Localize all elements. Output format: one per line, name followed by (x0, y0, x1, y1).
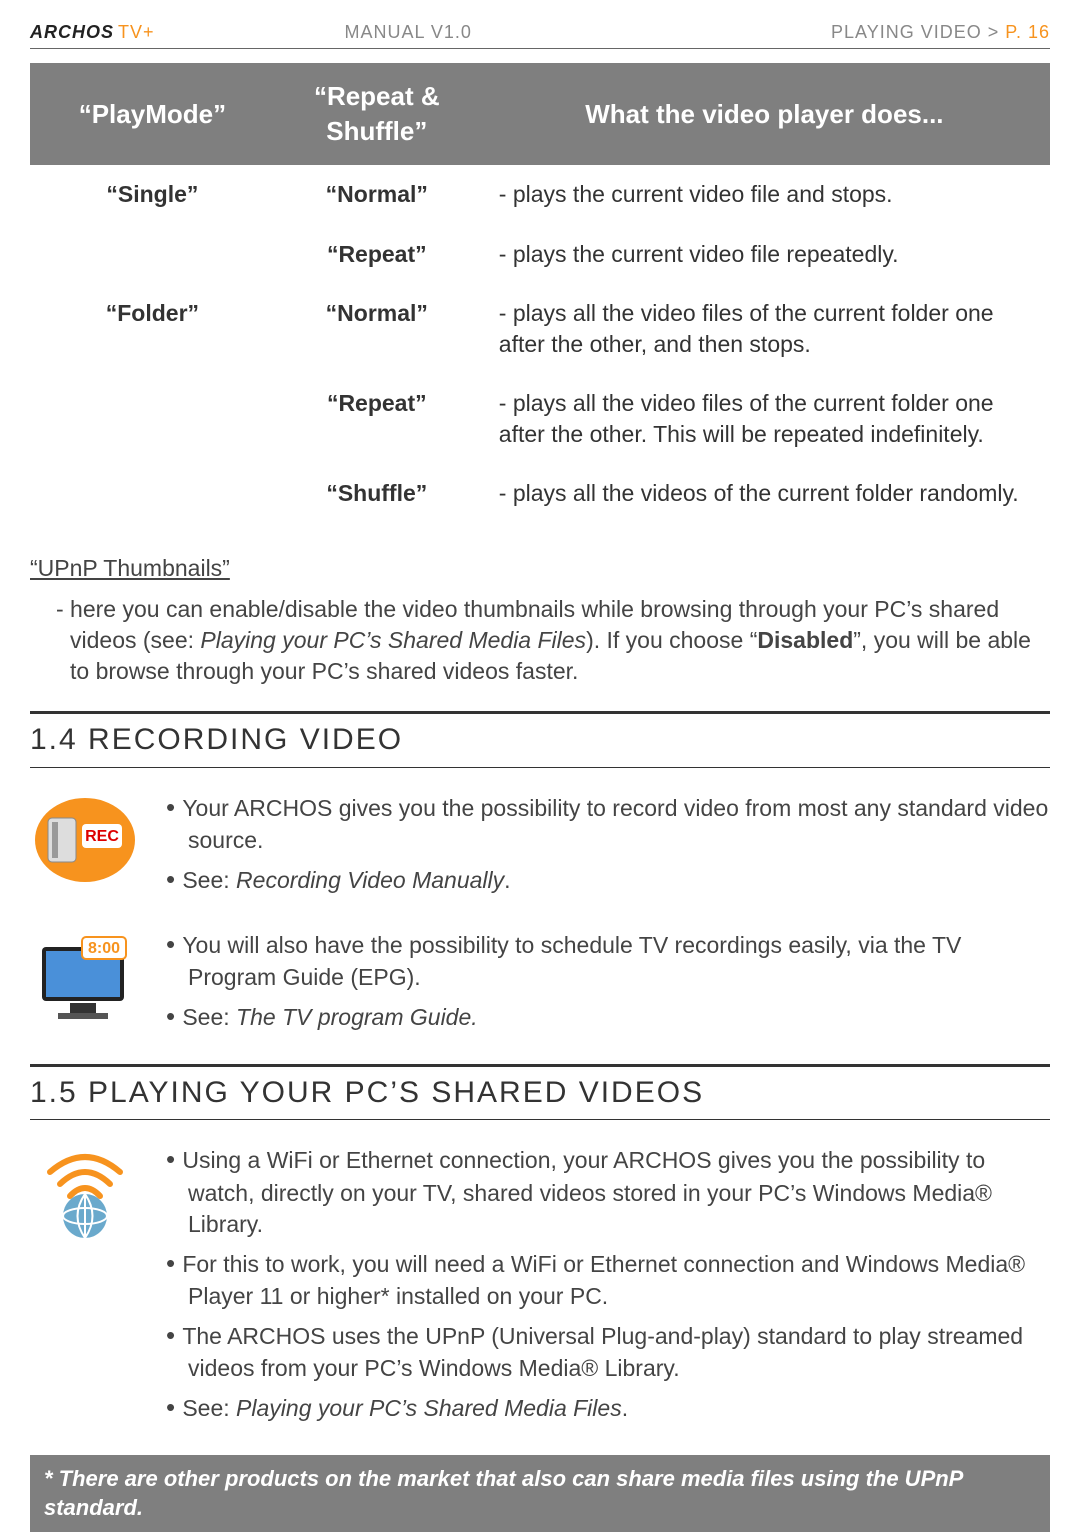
table-row: “Shuffle” - plays all the videos of the … (30, 464, 1050, 523)
wifi-globe-icon (30, 1142, 140, 1242)
table-row: “Folder” “Normal” - plays all the video … (30, 284, 1050, 374)
list-item: Using a WiFi or Ethernet connection, you… (166, 1142, 1050, 1239)
th-description: What the video player does... (479, 63, 1050, 165)
bullet-list: Using a WiFi or Ethernet connection, you… (166, 1142, 1050, 1431)
text-fragment: . (622, 1395, 628, 1421)
list-item: Your ARCHOS gives you the possibility to… (166, 790, 1050, 856)
cell-mode: “Repeat” (275, 225, 479, 284)
manual-version: MANUAL V1.0 (155, 20, 831, 44)
section-heading-1-4: 1.4 Recording Video (30, 711, 1050, 768)
footnote: * There are other products on the market… (30, 1455, 1050, 1532)
epg-icon: 8:00 (30, 927, 140, 1027)
breadcrumb: PLAYING VIDEO > P. 16 (831, 20, 1050, 44)
cell-desc: - plays all the videos of the current fo… (479, 464, 1050, 523)
brand-logo: ARCHOS (30, 20, 114, 44)
page-header: ARCHOS TV+ MANUAL V1.0 PLAYING VIDEO > P… (30, 20, 1050, 49)
upnp-thumbnails-heading: “UPnP Thumbnails” (30, 553, 1050, 584)
list-item: See: Recording Video Manually. (166, 862, 1050, 897)
text-fragment-bold: Disabled (757, 627, 853, 653)
text-fragment-italic: The TV program Guide. (236, 1004, 478, 1030)
cell-mode: “Shuffle” (275, 464, 479, 523)
list-item: See: Playing your PC’s Shared Media File… (166, 1390, 1050, 1425)
text-fragment: See: (182, 867, 236, 893)
table-row: “Repeat” - plays all the video files of … (30, 374, 1050, 464)
cell-playmode (30, 464, 275, 523)
table-row: “Repeat” - plays the current video file … (30, 225, 1050, 284)
text-fragment-italic: Recording Video Manually (236, 867, 504, 893)
rec-icon: REC (30, 790, 140, 890)
table-row: “Single” “Normal” - plays the current vi… (30, 165, 1050, 224)
cell-mode: “Normal” (275, 165, 479, 224)
text-fragment-italic: Playing your PC’s Shared Media Files (236, 1395, 622, 1421)
text-fragment: ). If you choose “ (586, 627, 757, 653)
playmode-table: “PlayMode” “Repeat & Shuffle” What the v… (30, 63, 1050, 523)
th-repeat-shuffle: “Repeat & Shuffle” (275, 63, 479, 165)
bullet-list: Your ARCHOS gives you the possibility to… (166, 790, 1050, 903)
upnp-thumbnails-text: - here you can enable/disable the video … (30, 594, 1050, 687)
text-fragment-italic: Playing your PC’s Shared Media Files (200, 627, 586, 653)
cell-desc: - plays all the video files of the curre… (479, 284, 1050, 374)
recording-row-2: 8:00 You will also have the possibility … (30, 927, 1050, 1040)
breadcrumb-sep: > (988, 22, 1000, 42)
page-number: P. 16 (1005, 22, 1050, 42)
cell-playmode (30, 374, 275, 464)
cell-desc: - plays the current video file and stops… (479, 165, 1050, 224)
cell-desc: - plays the current video file repeatedl… (479, 225, 1050, 284)
svg-text:8:00: 8:00 (88, 940, 120, 957)
list-item: See: The TV program Guide. (166, 999, 1050, 1034)
svg-text:REC: REC (85, 828, 119, 845)
text-fragment: See: (182, 1395, 236, 1421)
recording-row-1: REC Your ARCHOS gives you the possibilit… (30, 790, 1050, 903)
cell-playmode: “Single” (30, 165, 275, 224)
list-item: The ARCHOS uses the UPnP (Universal Plug… (166, 1318, 1050, 1384)
breadcrumb-section: PLAYING VIDEO (831, 22, 982, 42)
cell-mode: “Normal” (275, 284, 479, 374)
cell-playmode: “Folder” (30, 284, 275, 374)
section-heading-1-5: 1.5 Playing your PC’s shared Videos (30, 1064, 1050, 1121)
text-fragment: . (504, 867, 510, 893)
list-item: For this to work, you will need a WiFi o… (166, 1246, 1050, 1312)
shared-videos-row: Using a WiFi or Ethernet connection, you… (30, 1142, 1050, 1431)
th-playmode: “PlayMode” (30, 63, 275, 165)
text-fragment: See: (182, 1004, 236, 1030)
cell-mode: “Repeat” (275, 374, 479, 464)
cell-playmode (30, 225, 275, 284)
brand-suffix: TV+ (118, 20, 155, 44)
bullet-list: You will also have the possibility to sc… (166, 927, 1050, 1040)
list-item: You will also have the possibility to sc… (166, 927, 1050, 993)
cell-desc: - plays all the video files of the curre… (479, 374, 1050, 464)
